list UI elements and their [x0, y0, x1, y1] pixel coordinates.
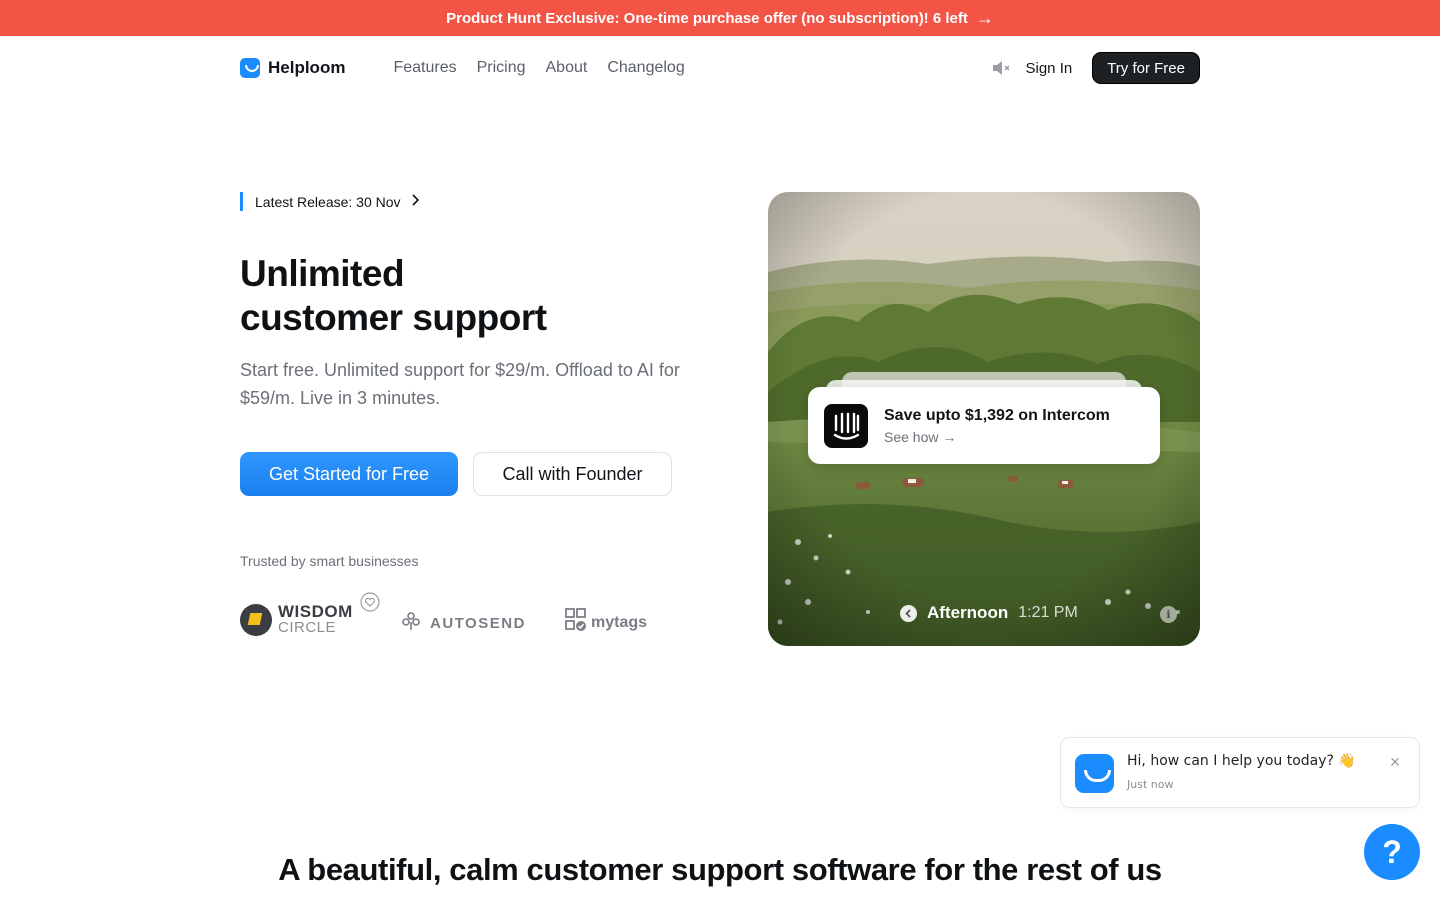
promo-banner[interactable]: Product Hunt Exclusive: One-time purchas…: [0, 0, 1440, 36]
chat-message: Hi, how can I help you today? 👋: [1127, 753, 1356, 769]
circle-text: CIRCLE: [278, 619, 337, 636]
time-of-day: Afternoon 1:21 PM: [900, 603, 1078, 623]
helploom-logo-icon: [240, 58, 260, 78]
brand-name: Helploom: [268, 58, 346, 77]
intercom-logo-icon: [824, 403, 868, 448]
section-heading: A beautiful, calm customer support softw…: [278, 852, 1162, 887]
autosend-logo: AUTOSEND: [400, 610, 526, 636]
nav-link-about[interactable]: About: [546, 59, 588, 77]
close-icon[interactable]: ×: [1387, 753, 1403, 771]
trusted-label: Trusted by smart businesses: [240, 553, 419, 569]
sign-in-link[interactable]: Sign In: [1026, 60, 1073, 77]
chat-timestamp: Just now: [1127, 778, 1174, 791]
latest-release-link[interactable]: Latest Release: 30 Nov: [240, 192, 419, 211]
call-with-founder-button[interactable]: Call with Founder: [473, 452, 672, 496]
headline-line-2: customer support: [240, 297, 547, 338]
hero-subtitle: Start free. Unlimited support for $29/m.…: [240, 360, 680, 408]
autosend-mark-icon: [400, 610, 422, 636]
chevron-right-icon: [411, 193, 419, 211]
try-for-free-button[interactable]: Try for Free: [1092, 52, 1200, 84]
helploom-avatar: [1075, 754, 1114, 793]
nav-link-features[interactable]: Features: [393, 59, 456, 77]
intercom-offer-title: Save upto $1,392 on Intercom: [884, 406, 1110, 424]
promo-text: Product Hunt Exclusive: One-time purchas…: [446, 9, 968, 27]
nav-links: Features Pricing About Changelog: [393, 59, 684, 77]
wisdom-circle-mark-icon: [240, 604, 272, 636]
top-nav: Helploom Features Pricing About Changelo…: [240, 52, 1200, 84]
mytags-qr-icon: [565, 608, 587, 637]
heart-badge-icon: [360, 592, 380, 612]
chat-popup[interactable]: Hi, how can I help you today? 👋 Just now…: [1060, 737, 1420, 808]
mytags-text: mytags: [591, 613, 648, 631]
nav-link-changelog[interactable]: Changelog: [607, 59, 684, 77]
wisdom-circle-logo: WISDOM CIRCLE: [240, 592, 353, 636]
nav-link-pricing[interactable]: Pricing: [477, 59, 526, 77]
arrow-right-icon: →: [975, 8, 994, 28]
hero-headline: Unlimited customer support: [240, 252, 700, 340]
time-value: 1:21 PM: [1018, 604, 1078, 621]
get-started-button[interactable]: Get Started for Free: [240, 452, 458, 496]
release-label: Latest Release: 30 Nov: [255, 193, 401, 210]
time-label: Afternoon: [927, 603, 1009, 622]
info-icon[interactable]: i: [1160, 606, 1177, 623]
intercom-savings-card[interactable]: Save upto $1,392 on Intercom See how →: [808, 387, 1160, 464]
mytags-logo: mytags: [565, 608, 647, 637]
headline-line-1: Unlimited: [240, 253, 405, 294]
see-how-link[interactable]: See how →: [884, 429, 1110, 445]
wisdom-text: WISDOM: [278, 602, 353, 621]
customer-logos: WISDOM CIRCLE AUTOSEND mytags: [240, 592, 670, 640]
brand-logo[interactable]: Helploom: [240, 58, 345, 78]
nav-actions: Sign In Try for Free: [990, 52, 1200, 84]
chevron-left-circle-icon[interactable]: [900, 604, 917, 622]
autosend-text: AUTOSEND: [430, 614, 526, 632]
speaker-muted-icon[interactable]: [990, 57, 1012, 79]
